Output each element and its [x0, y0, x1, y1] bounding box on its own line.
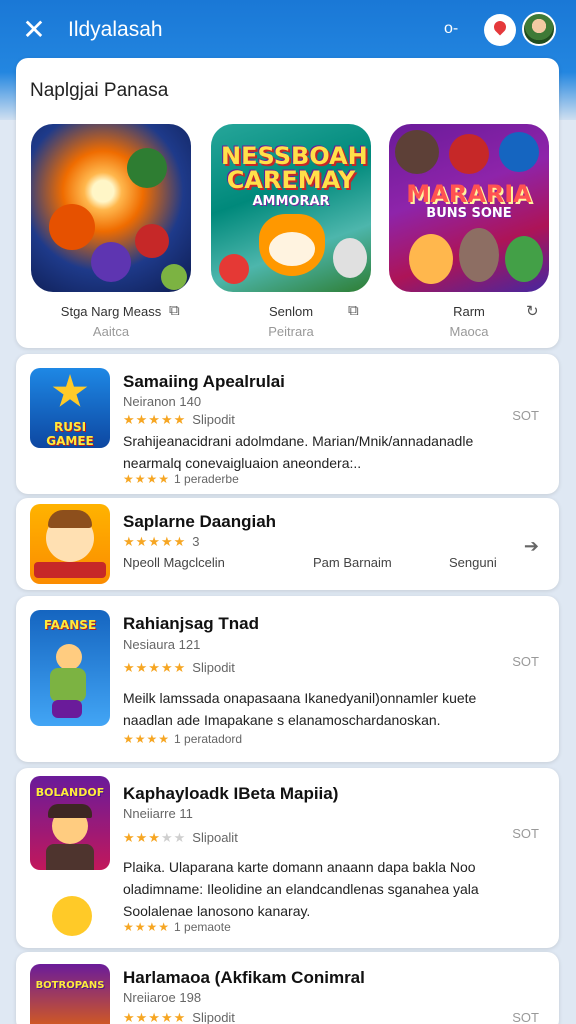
app-developer: Npeoll Magclcelin	[123, 555, 225, 570]
bear-icon	[52, 896, 92, 936]
app-icon: FAANSE	[30, 610, 110, 726]
tile-logo-sub: BUNS SONE	[426, 206, 512, 221]
app-icon	[30, 504, 110, 584]
rating-text: Slipodit	[192, 1010, 235, 1024]
list-item[interactable]: BOTROPANS Harlamaoa (Akfikam Conimral Nr…	[16, 952, 559, 1024]
character-body	[46, 844, 94, 870]
character-legs	[52, 700, 82, 718]
app-icon-label: BOLANDOF	[35, 786, 105, 799]
page-title: Ildyalasah	[68, 18, 163, 41]
tile-character	[449, 134, 489, 174]
app-name: Rahianjsag Tnad	[123, 614, 260, 633]
tile-character	[91, 242, 131, 282]
review-count: ★★★★ 1 peratadord	[123, 732, 243, 746]
app-description: Plaika. Ulaparana karte domann anaann da…	[123, 859, 479, 919]
app-meta: Nneiiarre 11	[123, 806, 193, 821]
install-label[interactable]: SOT	[512, 1010, 539, 1024]
tile-character	[459, 228, 499, 282]
rating-stars: ★★★★★ Slipoalit	[123, 830, 238, 845]
featured-title: Naplgjai Panasa	[30, 80, 169, 101]
open-icon[interactable]: ⧉	[348, 302, 359, 319]
app-icon-label: RUSI GAMEE	[46, 420, 94, 448]
character-hair	[48, 510, 92, 528]
rating-text: Slipoalit	[192, 830, 238, 845]
rating-text: 3	[192, 534, 200, 549]
tile-character	[409, 234, 453, 284]
list-item[interactable]: BOLANDOF Kaphayloadk IBeta Mapiia) Nneii…	[16, 768, 559, 948]
list-item[interactable]: Saplarne Daangiah ★★★★★ 3 Npeoll Magclcel…	[16, 498, 559, 590]
rating-text: Slipodit	[192, 412, 235, 427]
app-description: Srahijeanacidrani adolmdane. Marian/Mnik…	[123, 433, 474, 471]
rating-text: Slipodit	[192, 660, 235, 675]
app-description: Meilk lamssada onapasaana Ikanedyanil)on…	[123, 690, 477, 728]
character-head	[56, 644, 82, 670]
character-hair	[48, 804, 92, 818]
tile-character	[499, 132, 539, 172]
app-icon-label: FAANSE	[43, 618, 97, 632]
tile-character	[505, 236, 543, 282]
app-icon: BOLANDOF	[30, 776, 110, 870]
tile-character	[127, 148, 167, 188]
tile-character	[161, 264, 187, 290]
app-category: Pam Barnaim	[313, 555, 392, 570]
tile-character	[333, 238, 367, 278]
icon-banner	[34, 562, 106, 578]
install-label[interactable]: SOT	[512, 408, 539, 423]
featured-tile-1[interactable]	[31, 124, 191, 292]
tile-subtitle: Peitrara	[268, 324, 314, 339]
review-count: ★★★★ 1 pemaote	[123, 920, 231, 934]
app-meta: Neiranon 140	[123, 394, 202, 409]
key-icon[interactable]: o-	[444, 20, 458, 38]
install-label[interactable]: SOT	[512, 654, 539, 669]
share-icon[interactable]: ↻	[526, 302, 539, 320]
app-name: Saplarne Daangiah	[123, 512, 277, 531]
tile-name: Senlom	[268, 304, 314, 319]
app-meta: Nreiiaroe 198	[123, 990, 202, 1005]
character-body	[50, 668, 86, 702]
app-meta: Nesiaura 121	[123, 637, 201, 652]
app-icon: RUSI GAMEE	[30, 368, 110, 448]
tile-logo: MARARIA	[406, 180, 532, 208]
tile-logo-sub: AMMORAR	[252, 194, 330, 209]
featured-tile-3[interactable]: MARARIA BUNS SONE	[389, 124, 549, 292]
rating-stars: ★★★★★ Slipodit	[123, 1010, 235, 1024]
rating-stars: ★★★★★ Slipodit	[123, 660, 235, 675]
app-name: Kaphayloadk IBeta Mapiia)	[123, 784, 339, 803]
avatar[interactable]	[522, 12, 556, 46]
tile-character	[219, 254, 249, 284]
app-icon: BOTROPANS	[30, 964, 110, 1024]
install-label[interactable]: SOT	[512, 826, 539, 841]
review-count: ★★★★ 1 peraderbe	[123, 472, 239, 486]
app-size: Senguni	[449, 555, 497, 570]
tile-character	[269, 232, 315, 266]
pin-icon[interactable]	[484, 14, 516, 46]
featured-card: Naplgjai Panasa Stga Narg Meass Aaitca ⧉…	[16, 58, 559, 348]
featured-tile-2[interactable]: NESSBOAH CAREMAY AMMORAR	[211, 124, 371, 292]
tile-subtitle: Maoca	[449, 324, 489, 339]
app-icon-label: BOTROPANS	[35, 980, 105, 991]
rating-stars: ★★★★★ Slipodit	[123, 412, 235, 427]
arrow-icon[interactable]: ➔	[524, 536, 539, 557]
tile-character	[395, 130, 439, 174]
tile-name: Stga Narg Meass	[60, 304, 162, 319]
star-icon	[52, 374, 88, 407]
tile-logo: NESSBOAH CAREMAY	[221, 142, 368, 194]
list-item[interactable]: RUSI GAMEE Samaiing Apealrulai Neiranon …	[16, 354, 559, 494]
tile-name: Rarm	[453, 304, 485, 319]
rating-stars: ★★★★★ 3	[123, 534, 200, 549]
list-item[interactable]: FAANSE Rahianjsag Tnad Nesiaura 121 ★★★★…	[16, 596, 559, 762]
close-icon[interactable]: ✕	[20, 16, 48, 44]
open-icon[interactable]: ⧉	[169, 302, 180, 319]
tile-character	[49, 204, 95, 250]
tile-subtitle: Aaitca	[92, 324, 130, 339]
app-name: Samaiing Apealrulai	[123, 372, 285, 391]
tile-character	[135, 224, 169, 258]
app-name: Harlamaoa (Akfikam Conimral	[123, 968, 365, 987]
